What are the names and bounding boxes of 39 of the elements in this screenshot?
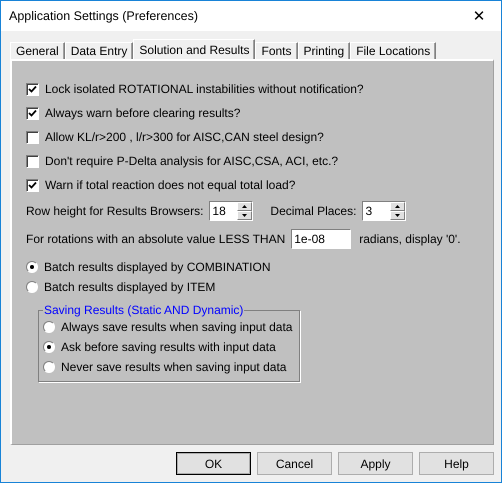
input-field[interactable]: 1e-08 [291, 229, 352, 249]
radio-label: Always save results when saving input data [61, 320, 292, 334]
checkbox[interactable] [26, 154, 39, 168]
radio-label: Ask before saving results with input data [61, 340, 276, 354]
field-label: For rotations with an absolute value LESS THAN [26, 232, 286, 246]
tab[interactable]: Printing [298, 42, 350, 59]
checkbox[interactable] [26, 82, 39, 96]
spin-field[interactable]: 3 [362, 201, 406, 221]
tab[interactable]: Data Entry [64, 42, 134, 59]
checkbox-label: Warn if total reaction does not equal total load? [45, 178, 296, 192]
radio-label: Batch results displayed by COMBINATION [44, 260, 271, 274]
field-label: Row height for Results Browsers: [26, 204, 204, 218]
radio-label: Batch results displayed by ITEM [44, 280, 216, 294]
tab[interactable]: Fonts [255, 42, 298, 59]
radio-button[interactable] [26, 261, 38, 273]
radio-label: Never save results when saving input data [61, 360, 286, 374]
radio-button[interactable] [26, 281, 38, 293]
checkbox[interactable] [26, 106, 39, 120]
dialog-button[interactable]: OK [176, 452, 251, 475]
field-label: radians, display '0'. [359, 232, 461, 246]
dialog-button[interactable]: Cancel [257, 452, 332, 475]
radio-button[interactable] [43, 321, 55, 333]
tab[interactable]: General [10, 42, 65, 59]
checkbox-label: Don't require P-Delta analysis for AISC,CSA, ACI, etc.? [45, 154, 338, 168]
radio-button[interactable] [43, 341, 55, 353]
checkbox[interactable] [26, 178, 39, 192]
group-title: Saving Results (Static AND Dynamic) [43, 303, 244, 317]
checkbox-label: Always warn before clearing results? [45, 106, 240, 120]
dialog-button[interactable]: Apply [338, 452, 413, 475]
tab[interactable]: Solution and Results [133, 39, 256, 59]
checkbox[interactable] [26, 130, 39, 144]
window-title: Application Settings (Preferences) [9, 9, 198, 23]
spin-field[interactable]: 18 [209, 201, 254, 221]
checkbox-label: Allow KL/r>200 , l/r>300 for AISC,CAN steel design? [45, 130, 324, 144]
checkbox-label: Lock isolated ROTATIONAL instabilities without notification? [45, 82, 364, 96]
dialog-button[interactable]: Help [419, 452, 494, 475]
radio-button[interactable] [43, 361, 55, 373]
field-label: Decimal Places: [270, 204, 356, 218]
tab[interactable]: File Locations [350, 42, 436, 59]
